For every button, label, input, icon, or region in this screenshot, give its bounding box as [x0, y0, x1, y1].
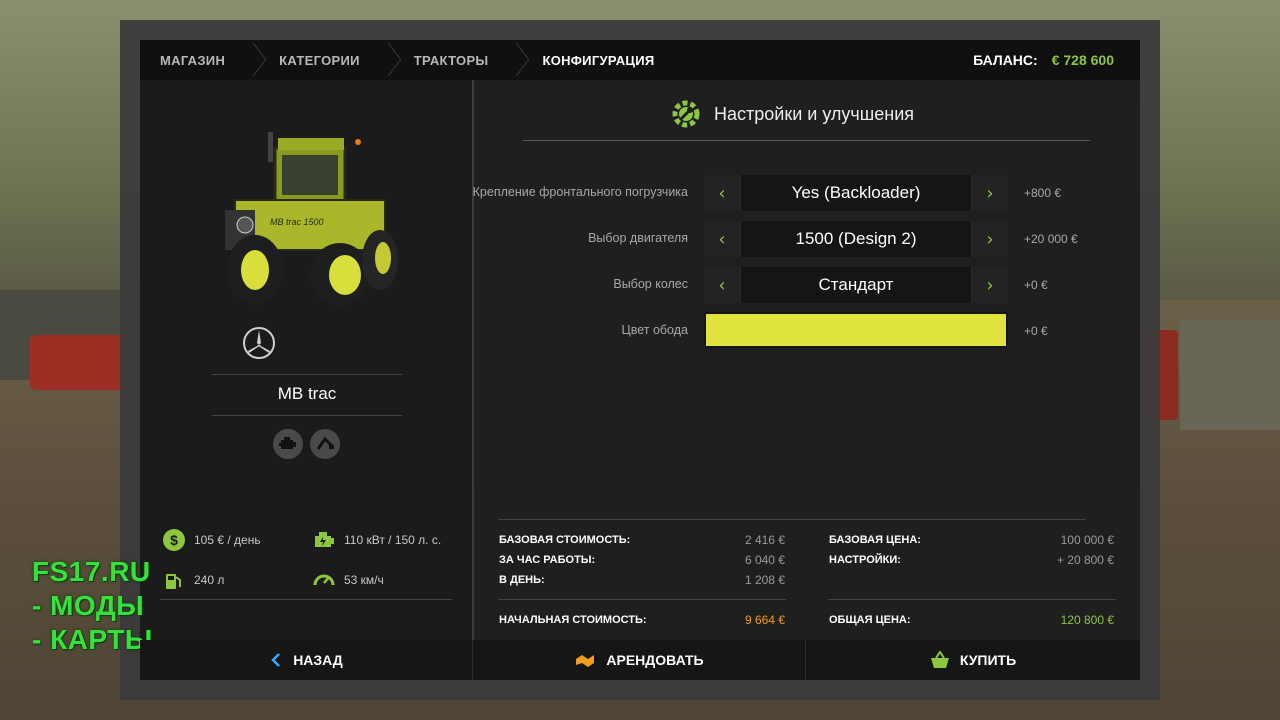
money-gear-icon: $ [163, 529, 185, 551]
back-button-label: НАЗАД [293, 652, 343, 668]
config-price-value: + 20 800 € [1056, 553, 1114, 567]
divider [160, 599, 452, 600]
per-day-label: В ДЕНЬ: [499, 574, 545, 586]
spec-power-value: 110 кВт / 150 л. с. [344, 533, 442, 547]
spec-speed-value: 53 км/ч [344, 573, 384, 587]
option-label-wheels: Выбор колес [613, 277, 688, 291]
selector-engine: ‹ 1500 (Design 2) › [704, 221, 1008, 257]
breadcrumb-tractors[interactable]: ТРАКТОРЫ [394, 40, 509, 80]
spec-speed: 53 км/ч [312, 568, 384, 592]
option-price: +20 000 € [1024, 232, 1078, 246]
option-label-front-loader: Крепление фронтального погрузчика [472, 185, 688, 199]
background-red-tractor [30, 335, 130, 390]
engine-power-icon [315, 532, 334, 547]
lease-button-label: АРЕНДОВАТЬ [606, 652, 704, 668]
watermark-line-2: - МОДЫ [32, 590, 145, 621]
breadcrumb-separator [245, 40, 259, 80]
chevron-left-icon[interactable]: ‹ [704, 221, 740, 257]
option-price: +0 € [1024, 278, 1048, 292]
initial-cost-label: НАЧАЛЬНАЯ СТОИМОСТЬ: [499, 614, 647, 626]
chevron-left-icon[interactable]: ‹ [704, 267, 740, 303]
base-cost-label: БАЗОВАЯ СТОИМОСТЬ: [499, 534, 631, 546]
divider [212, 415, 402, 416]
settings-wrench-icon [672, 100, 700, 128]
per-hour-value: 6 040 € [744, 553, 785, 567]
tractor-image: MB trac 1500 [225, 132, 398, 307]
watermark-line-1: FS17.RU [32, 556, 151, 587]
selector-value: Стандарт [741, 267, 971, 303]
selector-value: Yes (Backloader) [741, 175, 971, 211]
buy-button[interactable]: КУПИТЬ [806, 640, 1140, 680]
spec-daily-cost: $ 105 € / день [162, 528, 261, 552]
breadcrumb-separator [380, 40, 394, 80]
option-price: +800 € [1024, 186, 1062, 200]
chevron-right-icon[interactable]: › [972, 267, 1008, 303]
divider [212, 374, 402, 375]
balance-label: БАЛАНС: [973, 52, 1038, 68]
background-wall [1180, 320, 1280, 430]
svg-text:MB trac 1500: MB trac 1500 [270, 217, 324, 227]
front-loader-icon [310, 429, 340, 459]
config-price-label: НАСТРОЙКИ: [829, 554, 901, 566]
spec-daily-cost-value: 105 € / день [194, 533, 261, 547]
breadcrumb-shop[interactable]: МАГАЗИН [140, 40, 245, 80]
section-title: Настройки и улучшения [714, 103, 914, 124]
divider [498, 599, 786, 600]
divider [828, 599, 1116, 600]
rim-color-picker[interactable] [704, 312, 1008, 348]
spec-power: 110 кВт / 150 л. с. [312, 528, 441, 552]
selector-front-loader: ‹ Yes (Backloader) › [704, 175, 1008, 211]
mercedes-benz-star-icon [243, 327, 275, 359]
back-button[interactable]: НАЗАД [140, 640, 473, 680]
handshake-icon [576, 655, 595, 667]
bottom-action-bar: НАЗАД АРЕНДОВАТЬ КУПИТЬ [140, 640, 1140, 680]
watermark-line-3: - КАРТЫ [32, 624, 153, 655]
spec-fuel-value: 240 л [194, 573, 225, 587]
lease-button[interactable]: АРЕНДОВАТЬ [473, 640, 806, 680]
engine-config-icon [273, 429, 303, 459]
total-price-label: ОБЩАЯ ЦЕНА: [829, 614, 911, 626]
breadcrumb-configuration: КОНФИГУРАЦИЯ [542, 52, 655, 68]
rim-color-swatch [706, 314, 1006, 346]
section-header: Настройки и улучшения [670, 98, 914, 130]
base-cost-value: 2 416 € [744, 533, 785, 547]
selector-value: 1500 (Design 2) [741, 221, 971, 257]
selector-wheels: ‹ Стандарт › [704, 267, 1008, 303]
option-label-engine: Выбор двигателя [588, 231, 688, 245]
buy-button-label: КУПИТЬ [959, 652, 1017, 668]
svg-text:$: $ [170, 532, 178, 548]
option-price: +0 € [1024, 324, 1048, 338]
base-price-value: 100 000 € [1060, 533, 1114, 547]
vehicle-model-name: MB trac [277, 384, 337, 403]
per-day-value: 1 208 € [744, 573, 785, 587]
base-price-label: БАЗОВАЯ ЦЕНА: [829, 534, 921, 546]
divider [523, 140, 1090, 141]
chevron-right-icon[interactable]: › [972, 175, 1008, 211]
initial-cost-value: 9 664 € [744, 613, 785, 627]
total-price-value: 120 800 € [1060, 613, 1114, 627]
chevron-right-icon[interactable]: › [972, 221, 1008, 257]
top-bar: МАГАЗИН КАТЕГОРИИ ТРАКТОРЫ КОНФИГУРАЦИЯ … [140, 40, 1140, 80]
breadcrumb-separator [508, 40, 522, 80]
balance-value: € 728 600 [1051, 52, 1114, 68]
chevron-left-icon [271, 653, 281, 667]
option-label-rim-color: Цвет обода [621, 323, 688, 337]
chevron-left-icon[interactable]: ‹ [704, 175, 740, 211]
fuel-icon [166, 574, 181, 589]
speedometer-icon [313, 574, 335, 586]
balance-display: БАЛАНС: € 728 600 [973, 52, 1140, 68]
basket-icon [930, 651, 949, 668]
breadcrumb-categories[interactable]: КАТЕГОРИИ [259, 40, 380, 80]
spec-fuel: 240 л [162, 568, 224, 592]
per-hour-label: ЗА ЧАС РАБОТЫ: [499, 554, 596, 566]
divider [498, 519, 1086, 520]
